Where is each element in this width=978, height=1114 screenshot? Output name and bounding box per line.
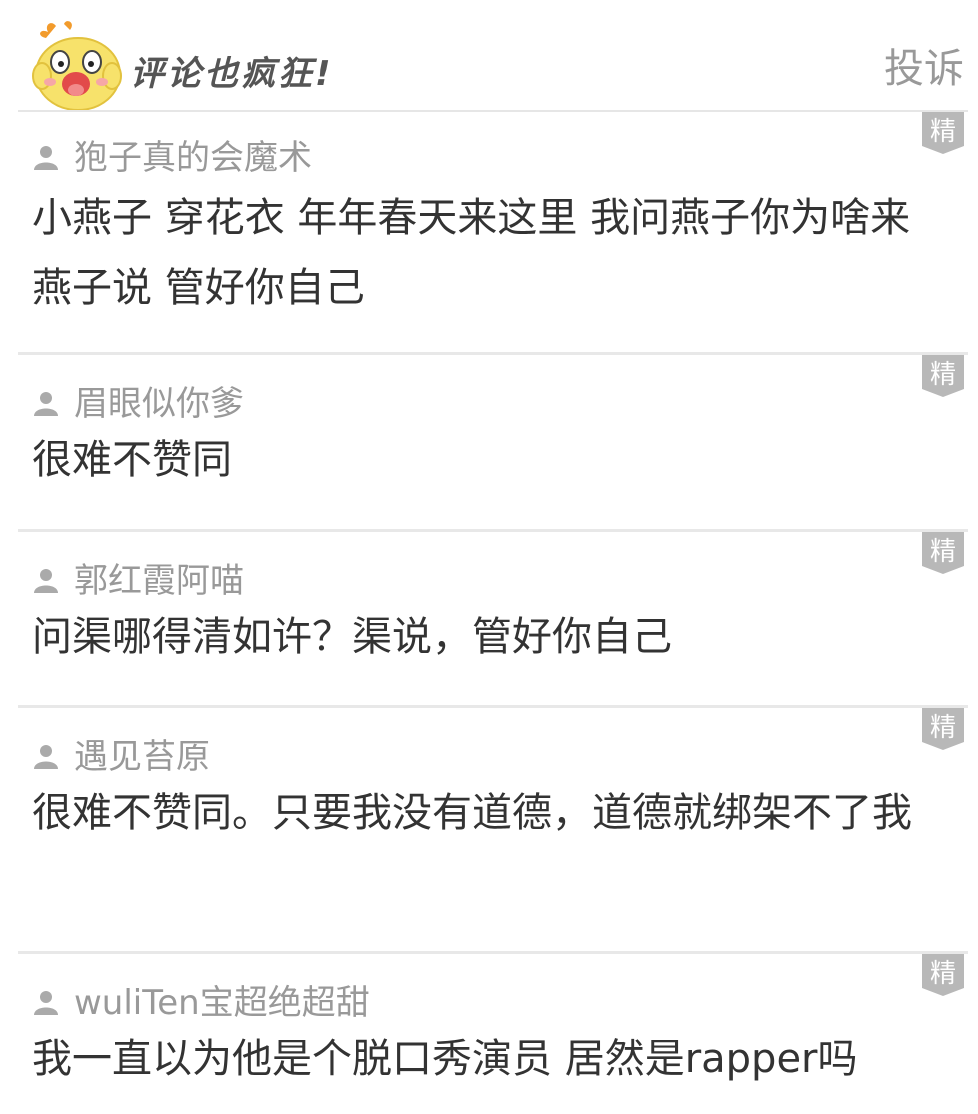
comment-item: 精 遇见苔原 很难不赞同。只要我没有道德，道德就绑架不了我 — [18, 708, 968, 954]
comment-item: 精 眉眼似你爹 很难不赞同 — [18, 355, 968, 532]
comment-author-row: 郭红霞阿喵 — [32, 560, 924, 602]
svg-text:精: 精 — [930, 713, 956, 743]
svg-text:精: 精 — [930, 360, 956, 390]
comment-text: 问渠哪得清如许？渠说，管好你自己 — [32, 614, 672, 660]
comment-item: 精 狍子真的会魔术 小燕子 穿花衣 年年春天来这里 我问燕子你为啥来 燕子说 管… — [18, 112, 968, 355]
comment-item: 精 wuliTen宝超绝超甜 我一直以为他是个脱口秀演员 居然是rapper吗 — [18, 954, 968, 1114]
comment-author-row: 遇见苔原 — [32, 736, 924, 778]
comment-text: 我一直以为他是个脱口秀演员 居然是rapper吗 — [32, 1036, 858, 1082]
report-button[interactable]: 投诉 — [884, 44, 964, 94]
header-title: 评论也疯狂! — [130, 54, 334, 94]
comment-text: 小燕子 穿花衣 年年春天来这里 我问燕子你为啥来 燕子说 管好你自己 — [32, 195, 911, 311]
comment-author[interactable]: 狍子真的会魔术 — [74, 137, 312, 179]
comment-item: 精 郭红霞阿喵 问渠哪得清如许？渠说，管好你自己 — [18, 532, 968, 708]
svg-text:精: 精 — [930, 117, 956, 147]
comment-author-row: 狍子真的会魔术 — [32, 137, 924, 179]
comment-author-row: 眉眼似你爹 — [32, 383, 924, 425]
svg-text:精: 精 — [930, 959, 956, 989]
comment-author-row: wuliTen宝超绝超甜 — [32, 982, 924, 1024]
comments-header: 评论也疯狂! 投诉 — [18, 0, 968, 112]
svg-text:精: 精 — [930, 537, 956, 567]
featured-badge-icon: 精 — [922, 532, 964, 574]
comment-text: 很难不赞同 — [32, 437, 232, 483]
user-icon — [34, 991, 58, 1015]
featured-badge-icon: 精 — [922, 112, 964, 154]
user-icon — [34, 146, 58, 170]
featured-badge-icon: 精 — [922, 954, 964, 996]
featured-badge-icon: 精 — [922, 708, 964, 750]
comment-author[interactable]: 眉眼似你爹 — [74, 383, 244, 425]
user-icon — [34, 392, 58, 416]
comment-author[interactable]: wuliTen宝超绝超甜 — [74, 982, 370, 1024]
user-icon — [34, 745, 58, 769]
comment-text: 很难不赞同。只要我没有道德，道德就绑架不了我 — [32, 790, 912, 836]
comment-list: 精 狍子真的会魔术 小燕子 穿花衣 年年春天来这里 我问燕子你为啥来 燕子说 管… — [18, 112, 968, 1114]
featured-badge-icon: 精 — [922, 355, 964, 397]
comment-author[interactable]: 郭红霞阿喵 — [74, 560, 244, 602]
user-icon — [34, 569, 58, 593]
mascot-chick-icon — [32, 21, 122, 110]
comment-author[interactable]: 遇见苔原 — [74, 736, 210, 778]
